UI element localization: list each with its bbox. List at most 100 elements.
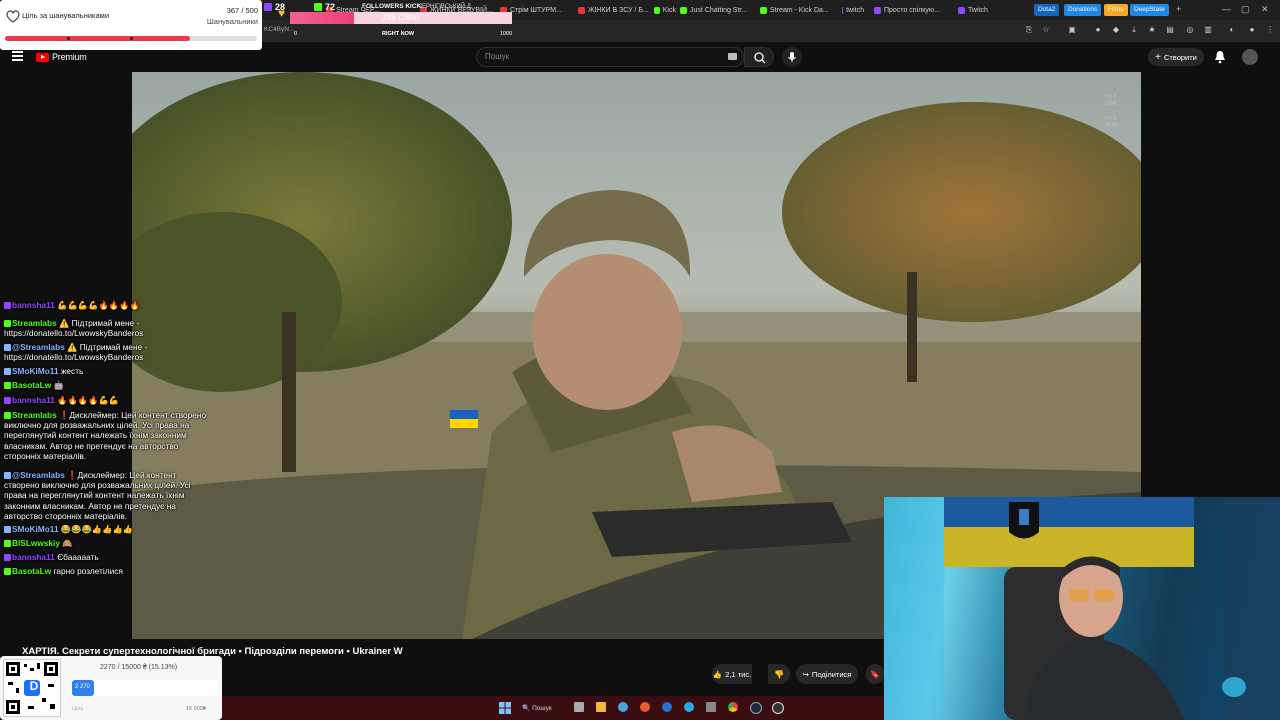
taskbar-search[interactable]: 🔍 Пошук: [518, 701, 556, 715]
extension-icon[interactable]: ●: [1094, 26, 1102, 34]
tab-favicon-icon: [874, 6, 881, 14]
extension-icon[interactable]: ▣: [1068, 26, 1076, 34]
menu-icon[interactable]: ⋮: [1266, 26, 1274, 34]
file-explorer-icon[interactable]: [596, 702, 606, 712]
chat-platform-badge-icon: [4, 382, 11, 390]
search-button[interactable]: [744, 47, 774, 67]
chat-platform-badge-icon: [4, 368, 11, 376]
cast-icon[interactable]: ⎘: [1025, 26, 1033, 34]
like-button[interactable]: 👍 2,1 тис.: [712, 664, 752, 684]
save-button[interactable]: 🔖: [866, 664, 884, 684]
firefox-icon[interactable]: [640, 702, 650, 712]
chat-platform-badge-icon: [4, 397, 11, 405]
qr-logo-letter: D: [29, 679, 39, 693]
create-label: Створити: [1163, 52, 1197, 62]
microphone-icon: [788, 52, 796, 62]
qr-code: D: [3, 659, 61, 717]
bookmark-pill[interactable]: Films: [1104, 4, 1128, 16]
heart-hands-icon: [6, 10, 20, 23]
chat-message: @Streamlabs ❗Дисклеймер: Цей контент ств…: [4, 470, 214, 521]
browser-tab[interactable]: Просто спілкую...: [874, 3, 954, 17]
keyboard-icon[interactable]: [728, 53, 737, 60]
obs-icon[interactable]: [772, 702, 784, 714]
windows-logo-icon: [499, 702, 511, 714]
app-icon[interactable]: [618, 702, 628, 712]
chat-platform-badge-icon: [4, 320, 11, 328]
like-count: 2,1 тис.: [725, 669, 752, 679]
chat-text: Єбааааать: [57, 552, 99, 562]
chat-username: SMoKiMo11: [12, 366, 59, 376]
webcam-overlay: [884, 497, 1280, 720]
chat-username: Streamlabs: [12, 318, 57, 328]
create-button[interactable]: + Створити: [1148, 48, 1204, 66]
chat-text: гарно розлетілися: [53, 566, 123, 576]
youtube-logo[interactable]: Premium: [36, 52, 87, 62]
account-avatar[interactable]: [1242, 49, 1258, 65]
tab-favicon-icon: [842, 6, 844, 14]
profile-icon[interactable]: ◐: [1228, 26, 1236, 34]
trash-icon[interactable]: ▤: [1166, 26, 1174, 34]
browser-tab[interactable]: Kick: [654, 3, 676, 17]
extension-icon[interactable]: ▥: [1204, 26, 1212, 34]
new-tab-button[interactable]: +: [1176, 4, 1181, 14]
bookmark-pill[interactable]: Dota2: [1034, 4, 1060, 16]
chat-platform-badge-icon: [4, 540, 11, 548]
close-icon[interactable]: ✕: [1261, 4, 1269, 15]
tab-label: Twitch: [968, 6, 988, 14]
donation-max-label: 15 000₴: [186, 706, 206, 712]
steam-icon[interactable]: [750, 702, 762, 714]
webcam-frame: [884, 497, 1280, 720]
browser-tab[interactable]: Stream - Kick Da...: [760, 3, 838, 17]
browser-tab[interactable]: Twitch: [958, 3, 1018, 17]
share-button[interactable]: ↪ Поділитися: [796, 664, 858, 684]
chat-platform-badge-icon: [4, 412, 11, 420]
app-icon[interactable]: [706, 702, 716, 712]
share-icon: ↪: [802, 669, 809, 679]
notifications-bell-icon[interactable]: [1214, 50, 1226, 64]
extension-icon[interactable]: ◆: [1112, 26, 1120, 34]
task-view-icon[interactable]: [574, 702, 584, 712]
goal-title: Ціль за шанувальниками: [22, 11, 110, 20]
chat-text: 😂😂😂👍👍👍👍: [60, 524, 134, 534]
tab-label: ЖІНКИ В ЗСУ / Б...: [588, 6, 649, 14]
star-icon[interactable]: ☆: [1042, 26, 1050, 34]
browser-tab[interactable]: twitch: [842, 3, 864, 17]
donation-summary: 2270 / 15000 ₴ (15.13%): [100, 664, 178, 671]
chrome-icon[interactable]: [728, 702, 738, 712]
chat-overlay: bannsha11 💪💪💪💪🔥🔥🔥🔥 Streamlabs ⚠️ Підтрима…: [0, 298, 260, 598]
chat-message: bannsha11 💪💪💪💪🔥🔥🔥🔥: [4, 300, 214, 310]
search-icon: [754, 52, 766, 64]
bookmark-pill[interactable]: Donations: [1064, 4, 1102, 16]
hamburger-menu-icon[interactable]: [12, 51, 23, 61]
telegram-icon[interactable]: [684, 702, 694, 712]
app-icon[interactable]: [662, 702, 672, 712]
extension-icon[interactable]: ◎: [1186, 26, 1194, 34]
chat-username: BasotaLw: [12, 566, 52, 576]
fan-goal-widget: Ціль за шанувальниками 367 / 500 Шанувал…: [0, 0, 262, 50]
chat-username: BISLwwskiy: [12, 538, 60, 548]
download-icon[interactable]: ⤓: [1130, 26, 1138, 34]
search-input[interactable]: Пошук: [476, 47, 744, 67]
dislike-button[interactable]: 👎: [768, 664, 790, 684]
voice-search-button[interactable]: [782, 47, 802, 67]
twitch-icon: [264, 3, 272, 11]
minimize-icon[interactable]: —: [1222, 4, 1231, 14]
browser-tab[interactable]: ЖІНКИ В ЗСУ / Б...: [578, 3, 652, 17]
tab-label: Stream - Kick Da...: [770, 6, 829, 14]
chat-platform-badge-icon: [4, 302, 11, 310]
chat-username: BasotaLw: [12, 380, 52, 390]
chat-message: SMoKiMo11 😂😂😂👍👍👍👍: [4, 524, 214, 534]
maximize-icon[interactable]: ▢: [1241, 4, 1250, 15]
tab-favicon-icon: [680, 6, 687, 14]
browser-tab[interactable]: Just Chatting Str...: [680, 3, 756, 17]
search-icon: 🔍: [522, 705, 531, 712]
profile-avatar-icon[interactable]: ●: [1248, 26, 1256, 34]
chat-message: SMoKiMo11 жесть: [4, 366, 214, 376]
start-button[interactable]: [499, 702, 511, 714]
bookmark-icon: 🔖: [870, 669, 880, 679]
followers-bar-text: 289 (28%): [382, 13, 420, 22]
bookmark-pill[interactable]: DeepState: [1130, 4, 1169, 16]
extension-icon[interactable]: ★: [1148, 26, 1156, 34]
followers-title: FOLLOWERS KICK: [362, 3, 422, 10]
donation-progress-track: 2 270: [72, 680, 218, 696]
